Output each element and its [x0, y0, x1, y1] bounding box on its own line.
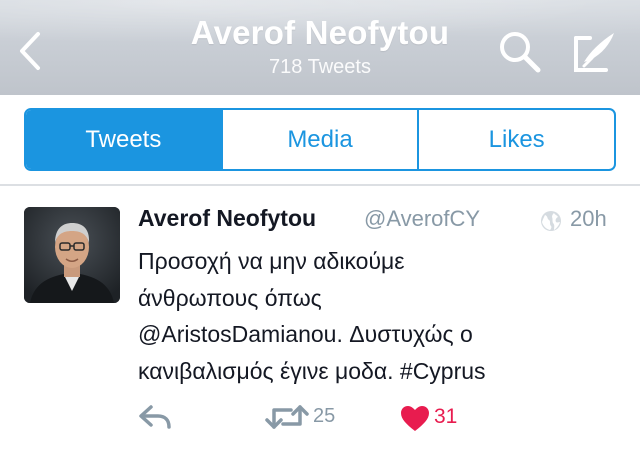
search-icon: [500, 32, 541, 73]
like-count: 31: [434, 405, 458, 428]
retweet-count: 25: [313, 405, 336, 427]
tweet-timestamp: 20h: [570, 206, 607, 231]
avatar[interactable]: [24, 207, 120, 303]
globe-icon: [541, 211, 561, 231]
profile-tabs-area: Tweets Media Likes: [0, 95, 640, 185]
tweet-line: άνθρωπους όπως: [138, 284, 322, 311]
divider: [0, 184, 640, 186]
reply-icon: [139, 405, 171, 429]
tweet-body: Προσοχή να μην αδικούμε άνθρωπους όπως @…: [138, 243, 618, 389]
compose-icon: [574, 33, 614, 72]
like-button[interactable]: [400, 405, 430, 432]
tweet-author-name[interactable]: Averof Neofytou: [138, 205, 316, 232]
tab-tweets[interactable]: Tweets: [26, 110, 221, 169]
tweet-header: Averof Neofytou @AverofCY 20h: [138, 205, 618, 239]
retweet-icon: [265, 405, 309, 429]
compose-button[interactable]: [570, 30, 618, 74]
segmented-control: Tweets Media Likes: [24, 108, 616, 171]
tweet-line: Προσοχή να μην αδικούμε: [138, 248, 405, 274]
tab-media[interactable]: Media: [220, 110, 418, 169]
page-title: Averof Neofytou: [190, 14, 450, 51]
avatar-image: [24, 207, 120, 303]
profile-header: Averof Neofytou 718 Tweets: [0, 0, 640, 95]
tweet-actions: 25 31: [138, 398, 618, 438]
heart-icon: [401, 406, 429, 431]
tweet-line: @AristosDamianou. Δυστυχώς ο: [138, 321, 473, 347]
reply-button[interactable]: [138, 404, 172, 430]
tab-likes[interactable]: Likes: [417, 110, 614, 169]
tweet-count: 718 Tweets: [269, 56, 371, 78]
retweet-button[interactable]: [265, 403, 309, 431]
tweet-author-handle[interactable]: @AverofCY: [364, 206, 480, 232]
search-button[interactable]: [497, 29, 543, 75]
tweet-line: κανιβαλισμός έγινε μοδα. #Cyprus: [138, 357, 486, 384]
